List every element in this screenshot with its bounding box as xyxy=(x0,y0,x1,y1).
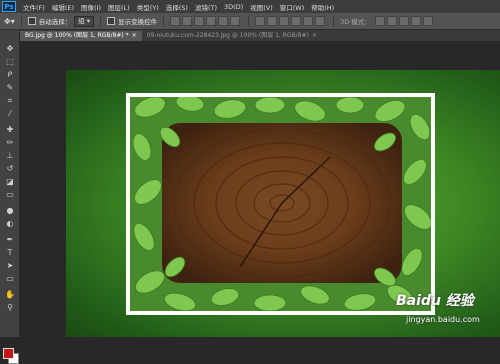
auto-select-dropdown[interactable]: 组 ▾ xyxy=(74,15,95,27)
3d-drag-button[interactable] xyxy=(398,16,409,26)
options-separator xyxy=(20,15,22,27)
menu-file[interactable]: 文件(F) xyxy=(23,2,45,12)
eyedropper-tool-icon[interactable]: ⁄ xyxy=(5,109,15,118)
menu-layer[interactable]: 图层(L) xyxy=(108,2,130,12)
zoom-tool-icon[interactable]: ⚲ xyxy=(5,303,15,312)
document-tabs: BG.jpg @ 100% (图层 1, RGB/8#) * × 09-niutu… xyxy=(20,30,500,41)
brush-tool-icon[interactable]: ✏ xyxy=(5,138,15,147)
auto-select-value: 组 xyxy=(78,16,85,25)
distribute-top-button[interactable] xyxy=(255,16,266,26)
pen-tool-icon[interactable]: ✒ xyxy=(5,235,15,244)
options-separator xyxy=(163,15,165,27)
path-select-tool-icon[interactable]: ➤ xyxy=(5,261,15,270)
align-top-button[interactable] xyxy=(170,16,181,26)
menu-help[interactable]: 帮助(H) xyxy=(311,2,334,12)
watermark-site-url: jingyan.baidu.com xyxy=(406,315,480,324)
tools-panel: ✥ ⬚ ᑭ ✎ ⌗ ⁄ ✚ ✏ ⊥ ↺ ◪ ▭ ● ◐ ✒ T ➤ ▭ ✋ ⚲ xyxy=(0,30,20,364)
crop-tool-icon[interactable]: ⌗ xyxy=(5,96,15,105)
distribute-right-button[interactable] xyxy=(315,16,326,26)
gradient-tool-icon[interactable]: ▭ xyxy=(5,190,15,199)
photoshop-logo: Ps xyxy=(2,1,16,12)
close-icon[interactable]: × xyxy=(312,32,317,39)
marquee-tool-icon[interactable]: ⬚ xyxy=(5,57,15,66)
white-photo-frame xyxy=(126,93,435,315)
3d-scale-button[interactable] xyxy=(422,16,433,26)
move-tool-icon[interactable]: ✥▾ xyxy=(4,17,15,26)
3d-roll-button[interactable] xyxy=(386,16,397,26)
align-vcenter-button[interactable] xyxy=(182,16,193,26)
lasso-tool-icon[interactable]: ᑭ xyxy=(5,70,15,79)
menu-type[interactable]: 类型(Y) xyxy=(137,2,159,12)
menu-edit[interactable]: 编辑(E) xyxy=(52,2,74,12)
distribute-hcenter-button[interactable] xyxy=(303,16,314,26)
menu-window[interactable]: 窗口(W) xyxy=(280,2,305,12)
menu-view[interactable]: 视图(V) xyxy=(250,2,273,12)
shape-tool-icon[interactable]: ▭ xyxy=(5,274,15,283)
show-transform-checkbox[interactable] xyxy=(107,17,116,25)
distribute-vcenter-button[interactable] xyxy=(267,16,278,26)
move-tool-icon[interactable]: ✥ xyxy=(5,44,15,53)
align-left-button[interactable] xyxy=(206,16,217,26)
stamp-tool-icon[interactable]: ⊥ xyxy=(5,151,15,160)
tab-label: BG.jpg @ 100% (图层 1, RGB/8#) * xyxy=(25,32,129,39)
show-transform-label: 显示变换控件 xyxy=(118,18,158,26)
distribute-bottom-button[interactable] xyxy=(279,16,290,26)
tab-bg-document[interactable]: BG.jpg @ 100% (图层 1, RGB/8#) * × xyxy=(20,31,142,41)
3d-slide-button[interactable] xyxy=(410,16,421,26)
options-separator xyxy=(100,15,102,27)
eraser-tool-icon[interactable]: ◪ xyxy=(5,177,15,186)
align-hcenter-button[interactable] xyxy=(218,16,229,26)
dodge-tool-icon[interactable]: ◐ xyxy=(5,219,15,228)
menu-filter[interactable]: 滤镜(T) xyxy=(195,2,217,12)
menu-image[interactable]: 图像(I) xyxy=(81,2,101,12)
baidu-jingyan-logo: Baidu 经验 xyxy=(396,293,474,309)
align-right-button[interactable] xyxy=(230,16,241,26)
blur-tool-icon[interactable]: ● xyxy=(5,206,15,215)
baidu-watermark: Baidu 经验 jingyan.baidu.com xyxy=(396,290,500,330)
options-bar: ✥▾ 自动选择： 组 ▾ 显示变换控件 3D 模式： xyxy=(0,13,500,30)
healing-tool-icon[interactable]: ✚ xyxy=(5,125,15,134)
foreground-color-swatch[interactable] xyxy=(3,348,14,359)
align-bottom-button[interactable] xyxy=(194,16,205,26)
history-brush-tool-icon[interactable]: ↺ xyxy=(5,164,15,173)
menu-bar: Ps 文件(F) 编辑(E) 图像(I) 图层(L) 类型(Y) 选择(S) 滤… xyxy=(0,0,500,13)
tab-niutuku-document[interactable]: 09-niutuku.com-228423.jpg @ 100% (图层 1, … xyxy=(142,31,322,41)
quick-select-tool-icon[interactable]: ✎ xyxy=(5,83,15,92)
options-separator xyxy=(333,15,335,27)
3d-rotate-button[interactable] xyxy=(374,16,385,26)
auto-select-label: 自动选择： xyxy=(38,18,72,26)
tab-label: 09-niutuku.com-228423.jpg @ 100% (图层 1, … xyxy=(146,32,309,39)
menu-3d[interactable]: 3D(D) xyxy=(224,3,243,11)
auto-select-checkbox[interactable] xyxy=(27,17,36,25)
distribute-left-button[interactable] xyxy=(291,16,302,26)
hand-tool-icon[interactable]: ✋ xyxy=(5,290,15,299)
type-tool-icon[interactable]: T xyxy=(5,248,15,257)
options-separator xyxy=(248,15,250,27)
close-icon[interactable]: × xyxy=(132,32,137,39)
menu-select[interactable]: 选择(S) xyxy=(166,2,188,12)
mode-3d-label: 3D 模式： xyxy=(340,18,371,26)
